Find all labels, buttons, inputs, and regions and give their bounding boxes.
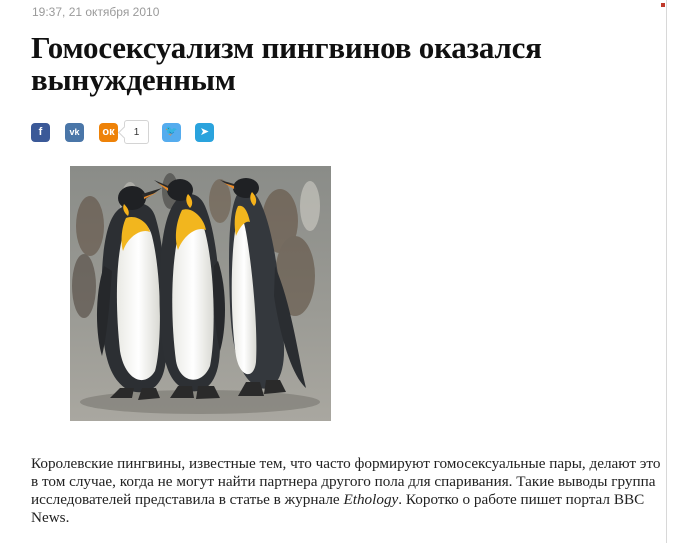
journal-name: Ethology bbox=[343, 491, 399, 508]
facebook-icon: f bbox=[38, 125, 43, 138]
article-title: Гомосексуализм пингвинов оказался вынужд… bbox=[31, 30, 542, 97]
odnoklassniki-share-button[interactable]: ок bbox=[99, 122, 118, 142]
king-penguins-photo bbox=[70, 166, 331, 421]
vk-share-button[interactable]: vk bbox=[65, 122, 84, 142]
vk-icon: vk bbox=[69, 126, 80, 137]
article-body: Королевские пингвины, известные тем, что… bbox=[31, 455, 661, 527]
share-bar: f vk ок 1 🐦 ➤ bbox=[31, 119, 214, 145]
odnoklassniki-icon: ок bbox=[102, 125, 115, 138]
telegram-icon: ➤ bbox=[199, 125, 210, 138]
telegram-share-button[interactable]: ➤ bbox=[195, 122, 214, 142]
twitter-share-button[interactable]: 🐦 bbox=[162, 122, 181, 142]
facebook-share-button[interactable]: f bbox=[31, 122, 50, 142]
twitter-icon: 🐦 bbox=[165, 126, 178, 137]
corner-marker bbox=[661, 3, 665, 7]
article-photo bbox=[70, 166, 331, 421]
share-count: 1 bbox=[133, 126, 140, 138]
page-right-border bbox=[666, 0, 667, 543]
share-count-badge: 1 bbox=[124, 120, 149, 144]
article-timestamp: 19:37, 21 октября 2010 bbox=[32, 5, 160, 19]
